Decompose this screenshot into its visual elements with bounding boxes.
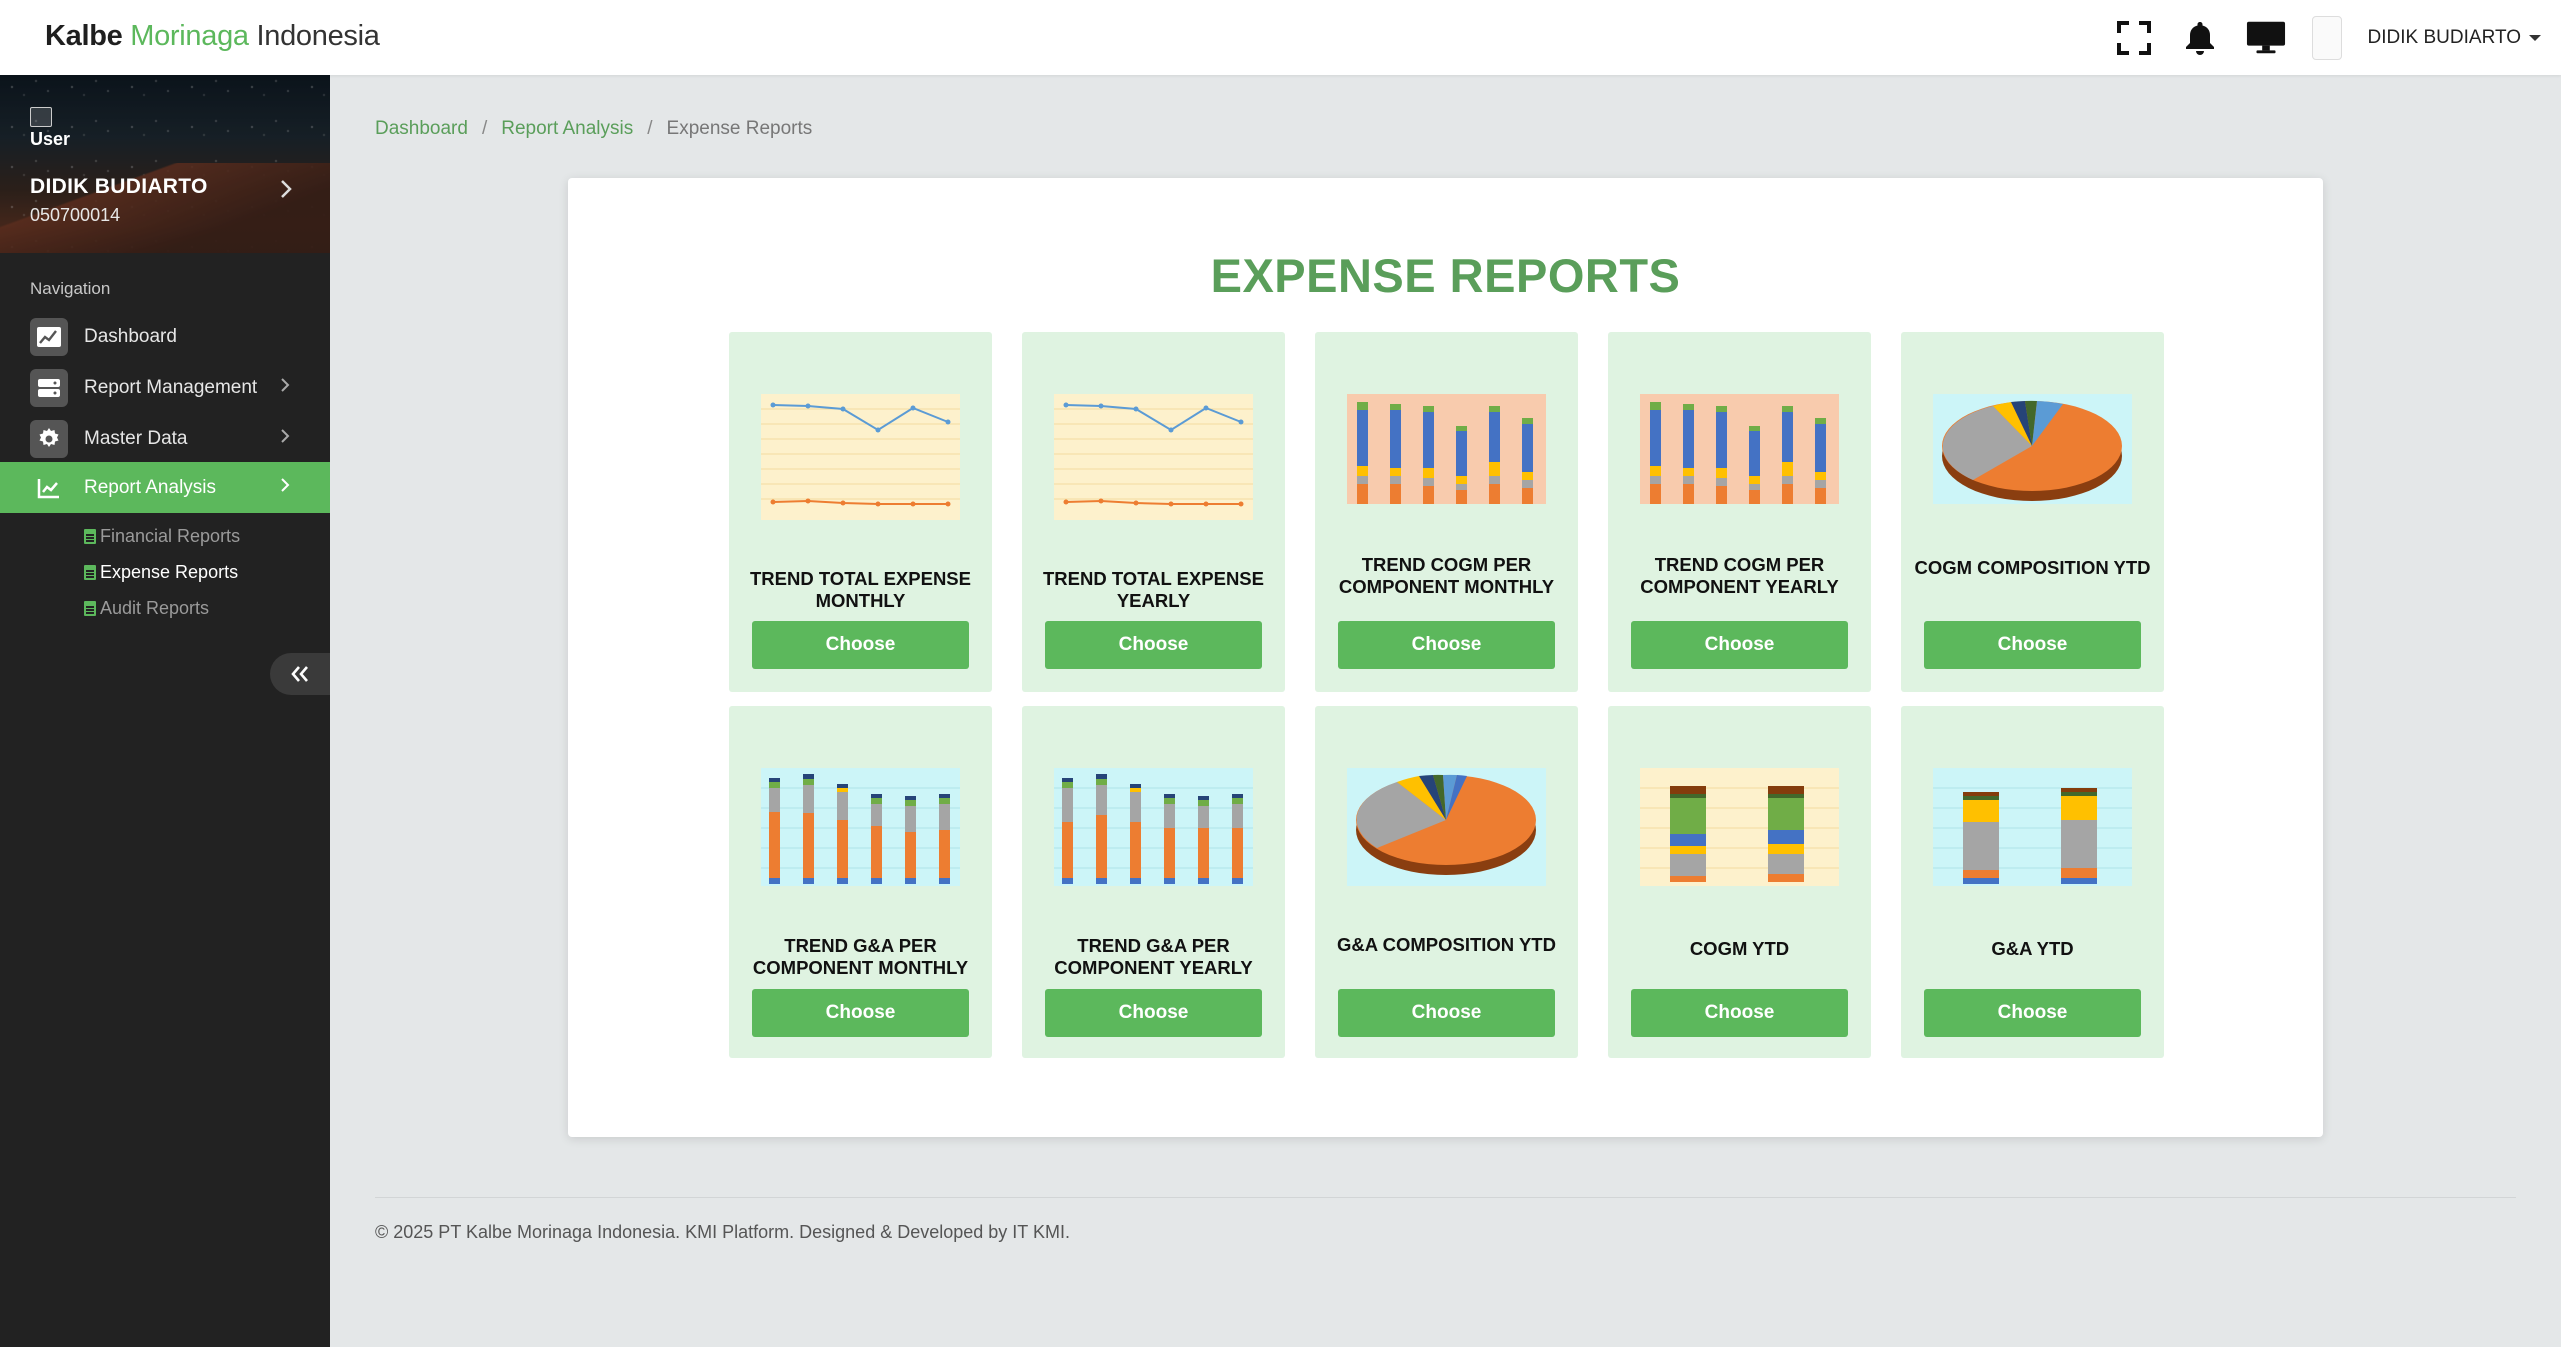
report-tile-trend-ga-monthly: TREND G&A PER COMPONENT MONTHLY Choose (729, 706, 992, 1058)
tile-label: TREND G&A PER COMPONENT MONTHLY (752, 935, 969, 978)
choose-button[interactable]: Choose (1924, 989, 2141, 1037)
sidebar-subitem-audit-reports[interactable]: Audit Reports (84, 598, 209, 619)
sidebar: User DIDIK BUDIARTO 050700014 Navigation… (0, 75, 330, 1347)
sidebar-item-dashboard[interactable]: Dashboard (0, 311, 330, 362)
footer-text: © 2025 PT Kalbe Morinaga Indonesia. KMI … (375, 1222, 1070, 1242)
report-tile-trend-cogm-monthly: TREND COGM PER COMPONENT MONTHLY Choose (1315, 332, 1578, 692)
server-icon (30, 368, 68, 407)
tile-label: TREND COGM PER COMPONENT YEARLY (1640, 554, 1839, 597)
choose-button[interactable]: Choose (1338, 989, 1555, 1037)
collapse-sidebar-button[interactable] (270, 653, 330, 695)
line-chart-thumbnail (761, 394, 960, 520)
stacked-bar-thumbnail (1054, 768, 1253, 886)
choose-button[interactable]: Choose (1924, 621, 2141, 669)
user-avatar-icon[interactable] (2311, 15, 2342, 60)
tile-label: COGM YTD (1689, 938, 1790, 959)
tile-label: COGM COMPOSITION YTD (1914, 557, 2151, 578)
report-tile-trend-cogm-yearly: TREND COGM PER COMPONENT YEARLY Choose (1608, 332, 1871, 692)
nav-title: Navigation (30, 279, 111, 298)
chevron-right-icon[interactable] (280, 179, 292, 204)
tile-label: TREND TOTAL EXPENSE YEARLY (1042, 568, 1264, 611)
user-menu[interactable]: DIDIK BUDIARTO (2368, 27, 2541, 49)
choose-button[interactable]: Choose (1631, 621, 1848, 669)
tile-label: TREND COGM PER COMPONENT MONTHLY (1338, 554, 1555, 597)
chevron-right-icon (280, 428, 290, 449)
expense-reports-card: EXPENSE REPORTS TREND TOTAL EXPENSE MONT… (568, 178, 2323, 1137)
report-tile-cogm-ytd: COGM YTD Choose (1608, 706, 1871, 1058)
file-icon (84, 601, 96, 616)
report-tile-ga-composition-ytd: G&A COMPOSITION YTD Choose (1315, 706, 1578, 1058)
choose-button[interactable]: Choose (752, 989, 969, 1037)
report-tile-trend-total-expense-yearly: TREND TOTAL EXPENSE YEARLY Choose (1022, 332, 1285, 692)
pie-chart-thumbnail (1347, 768, 1546, 886)
choose-button[interactable]: Choose (1045, 621, 1262, 669)
sidebar-user-id: 050700014 (30, 205, 121, 225)
sidebar-item-report-management[interactable]: Report Management (0, 362, 330, 413)
top-bar: Kalbe Morinaga Indonesia DIDIK BUDIARTO (0, 0, 2561, 75)
stacked-bar-thumbnail (761, 768, 960, 886)
report-tile-ga-ytd: G&A YTD Choose (1901, 706, 2164, 1058)
sidebar-subitem-financial-reports[interactable]: Financial Reports (84, 526, 240, 547)
pie-chart-thumbnail (1933, 394, 2132, 504)
choose-button[interactable]: Choose (1338, 621, 1555, 669)
report-tile-trend-ga-yearly: TREND G&A PER COMPONENT YEARLY Choose (1022, 706, 1285, 1058)
stacked-bar-thumbnail (1347, 394, 1546, 504)
breadcrumb-current: Expense Reports (666, 118, 813, 139)
sidebar-profile: User DIDIK BUDIARTO 050700014 (0, 75, 330, 253)
gear-icon (30, 419, 68, 458)
sidebar-subitem-expense-reports[interactable]: Expense Reports (84, 562, 238, 583)
tile-label: G&A COMPOSITION YTD (1337, 934, 1556, 955)
report-tile-trend-total-expense-monthly: TREND TOTAL EXPENSE MONTHLY Choose (729, 332, 992, 692)
breadcrumb-report-analysis[interactable]: Report Analysis (501, 118, 633, 140)
stacked-bar-thumbnail (1640, 768, 1839, 886)
user-image: User (30, 107, 70, 150)
file-icon (84, 565, 96, 580)
page-title: EXPENSE REPORTS (1210, 249, 1681, 302)
choose-button[interactable]: Choose (1631, 989, 1848, 1037)
stacked-bar-thumbnail (1933, 768, 2132, 886)
monitor-icon[interactable] (2246, 18, 2286, 58)
footer-divider (375, 1197, 2516, 1198)
line-chart-thumbnail (1054, 394, 1253, 520)
breadcrumb: Dashboard / Report Analysis / Expense Re… (375, 118, 813, 140)
sidebar-user-name[interactable]: DIDIK BUDIARTO (30, 175, 208, 199)
fullscreen-icon[interactable] (2114, 18, 2154, 58)
chevron-right-icon (280, 477, 290, 498)
tile-label: G&A YTD (1991, 938, 2074, 959)
sidebar-item-master-data[interactable]: Master Data (0, 413, 330, 464)
choose-button[interactable]: Choose (752, 621, 969, 669)
brand-logo[interactable]: Kalbe Morinaga Indonesia (45, 20, 380, 53)
broken-image-icon (30, 107, 52, 127)
bell-icon[interactable] (2180, 18, 2220, 58)
chart-line-icon (30, 317, 68, 356)
chevron-right-icon (280, 377, 290, 398)
tile-label: TREND TOTAL EXPENSE MONTHLY (749, 568, 971, 611)
file-icon (84, 529, 96, 544)
tile-label: TREND G&A PER COMPONENT YEARLY (1054, 935, 1253, 978)
choose-button[interactable]: Choose (1045, 989, 1262, 1037)
stacked-bar-thumbnail (1640, 394, 1839, 504)
double-chevron-left-icon (291, 666, 308, 682)
chart-area-icon (30, 469, 68, 507)
breadcrumb-dashboard[interactable]: Dashboard (375, 118, 468, 140)
sidebar-item-report-analysis[interactable]: Report Analysis (0, 462, 330, 513)
report-tile-cogm-composition-ytd: COGM COMPOSITION YTD Choose (1901, 332, 2164, 692)
caret-down-icon (2529, 34, 2541, 41)
